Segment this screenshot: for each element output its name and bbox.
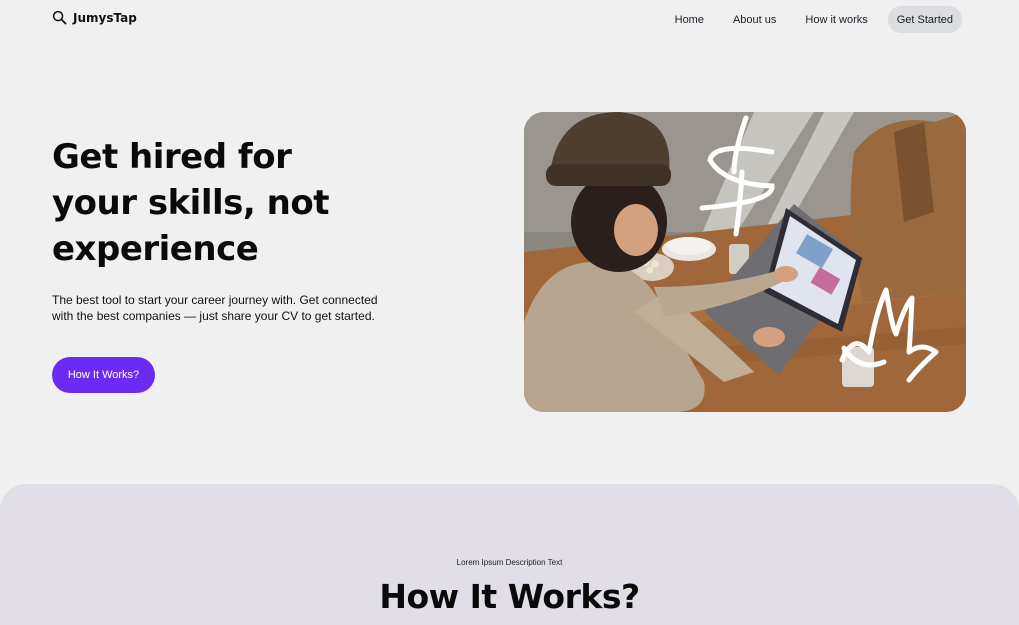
brand-logo[interactable]: JumysTap: [52, 10, 137, 25]
hero-description-line: with the best companies — just share you…: [52, 309, 375, 323]
hero-description: The best tool to start your career journ…: [52, 292, 412, 324]
hero-photo-illustration: [524, 112, 966, 412]
search-icon: [52, 10, 67, 25]
how-it-works-button[interactable]: How It Works?: [52, 357, 155, 393]
hero-title: Get hired for your skills, not experienc…: [52, 134, 372, 272]
section-title: How It Works?: [379, 577, 640, 616]
nav-links: Home About us How it works Get Started: [675, 6, 962, 33]
hero-title-line: Get hired for: [52, 137, 292, 177]
hero-title-line: experience: [52, 229, 259, 269]
brand-name: JumysTap: [73, 10, 137, 25]
how-it-works-section: Lorem Ipsum Description Text How It Work…: [0, 484, 1019, 625]
top-navigation: JumysTap Home About us How it works Get …: [0, 0, 1019, 38]
hero-title-line: your skills, not: [52, 183, 329, 223]
nav-how-it-works-link[interactable]: How it works: [805, 14, 867, 26]
hero-photo: [524, 112, 966, 412]
get-started-button[interactable]: Get Started: [887, 6, 962, 33]
nav-about-link[interactable]: About us: [733, 14, 776, 26]
section-kicker: Lorem Ipsum Description Text: [456, 558, 563, 567]
nav-home-link[interactable]: Home: [675, 14, 704, 26]
hero-description-line: The best tool to start your career journ…: [52, 293, 378, 307]
